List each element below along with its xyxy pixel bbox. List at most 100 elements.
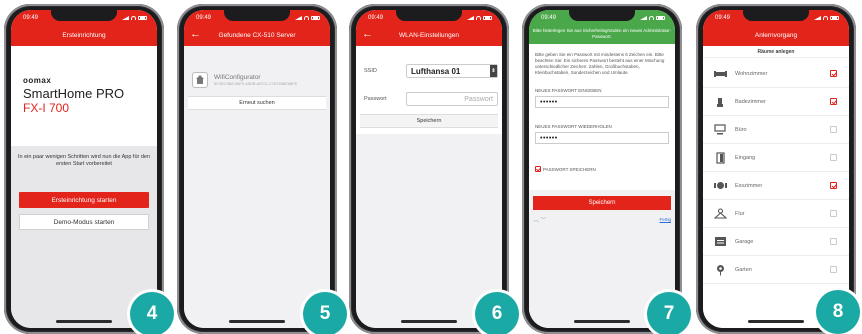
room-label: Badezimmer [735,98,766,105]
signal-icon [295,15,302,20]
home-indicator [748,320,804,323]
signal-icon [640,15,647,20]
room-checkbox[interactable] [830,126,837,133]
save-password-option[interactable]: PASSWORT SPEICHERN [535,166,596,172]
new-password-input[interactable]: •••••• [535,96,669,108]
step-badge-4: 4 [130,292,174,334]
brand-model: FX-I 700 [23,101,70,115]
phone-step-8: 09:49 Anlernvorgang Räume anlegen Wohnzi… [696,4,856,334]
room-setup: Räume anlegen Wohnzimmer Badezimmer Büro [703,46,849,328]
ssid-value: Lufthansa 01 [411,66,461,76]
nav-bar: Ersteinrichtung [11,24,157,46]
room-row[interactable]: Garten [703,256,849,284]
phone-screen: 09:49 ← WLAN-Einstellungen SSID Lufthans… [356,10,502,328]
wifi-icon [476,15,481,20]
home-indicator [229,320,285,323]
nav-title: Ersteinrichtung [62,31,106,39]
room-checkbox[interactable] [830,98,837,105]
server-item[interactable]: WifiConfigurator 8F2EC9B8-98F0-48DB-AECC… [192,66,322,94]
room-label: Garten [735,266,752,273]
repeat-password-label: NEUES PASSWORT WIEDERHOLEN [535,124,612,129]
room-row[interactable]: Esszimmer [703,172,849,200]
status-time: 09:49 [715,14,731,21]
phone-step-4: 09:49 Ersteinrichtung oomax SmartHome PR… [4,4,164,334]
wlan-settings: SSID Lufthansa 01 ⇕ Passwort Passwort Sp… [356,46,502,328]
battery-icon [656,15,665,20]
chevron-down-icon[interactable]: ﹀ [540,218,546,224]
search-again-button[interactable]: Erneut suchen [188,96,326,110]
phone-screen: 09:49 Anlernvorgang Räume anlegen Wohnzi… [703,10,849,328]
phone-step-5: 09:49 ← Gefundene CX-510 Server WifiConf… [177,4,337,334]
checkbox-checked-icon[interactable] [535,166,541,172]
room-label: Büro [735,126,747,133]
garden-icon [713,263,727,277]
room-label: Esszimmer [735,182,763,189]
battery-icon [138,15,147,20]
save-button[interactable]: Speichern [533,196,671,210]
step-badge-5: 5 [303,292,347,334]
nav-bar: ← WLAN-Einstellungen [356,24,502,46]
room-checkbox[interactable] [830,182,837,189]
wifi-icon [649,15,654,20]
phone-notch [396,10,462,21]
demo-mode-button[interactable]: Demo-Modus starten [19,214,149,230]
wlan-form: SSID Lufthansa 01 ⇕ Passwort Passwort Sp… [356,46,502,134]
home-indicator [401,320,457,323]
save-button[interactable]: Speichern [360,114,498,128]
server-id: 8F2EC9B8-98F0-48DB-AECC-27E0336E68FE [214,81,298,86]
desk-icon [713,123,727,137]
status-time: 09:49 [541,14,557,21]
ssid-select[interactable]: Lufthansa 01 ⇕ [406,64,498,78]
phone-step-7: 09:49 Bitte hinterlegen Sie aus Sicherhe… [522,4,682,334]
server-list: WifiConfigurator 8F2EC9B8-98F0-48DB-AECC… [184,46,330,328]
room-checkbox[interactable] [830,238,837,245]
repeat-password-input[interactable]: •••••• [535,132,669,144]
phone-notch [569,10,635,21]
signal-icon [122,15,129,20]
phone-notch [51,10,117,21]
sofa-icon [713,67,727,81]
status-time: 09:49 [196,14,212,21]
status-time: 09:49 [23,14,39,21]
room-checkbox[interactable] [830,70,837,77]
room-label: Eingang [735,154,756,161]
password-form: Bitte geben Sie ein Passwort mit mindest… [529,44,675,328]
select-arrows-icon: ⇕ [490,65,497,77]
phone-notch [224,10,290,21]
dining-icon [713,179,727,193]
chevron-up-icon[interactable]: ︿ [533,218,539,224]
wifi-icon [131,15,136,20]
home-indicator [56,320,112,323]
room-row[interactable]: Eingang [703,144,849,172]
room-row[interactable]: Flur [703,200,849,228]
room-row[interactable]: Badezimmer [703,88,849,116]
phone-screen: 09:49 Bitte hinterlegen Sie aus Sicherhe… [529,10,675,328]
wifi-icon [304,15,309,20]
save-password-label: PASSWORT SPEICHERN [543,166,596,172]
intro-text: In ein paar wenigen Schritten wird nun d… [17,154,151,167]
status-time: 09:49 [368,14,384,21]
hallway-icon [713,207,727,221]
battery-icon [311,15,320,20]
brand-area: oomax SmartHome PRO FX-I 700 [11,46,157,146]
room-row[interactable]: Wohnzimmer [703,60,849,88]
signal-icon [467,15,474,20]
room-row[interactable]: Büro [703,116,849,144]
screenshot-stage: 09:49 Ersteinrichtung oomax SmartHome PR… [0,0,862,334]
room-row[interactable]: Garage [703,228,849,256]
password-input[interactable]: Passwort [406,92,498,106]
step-badge-8: 8 [816,290,860,334]
back-arrow-icon[interactable]: ← [362,27,373,41]
back-arrow-icon[interactable]: ← [190,27,201,41]
security-banner: Bitte hinterlegen Sie aus Sicherheitsgrü… [529,24,675,44]
room-checkbox[interactable] [830,154,837,161]
home-server-icon [192,72,208,88]
done-link[interactable]: Fertig [659,217,671,222]
room-checkbox[interactable] [830,266,837,273]
room-label: Wohnzimmer [735,70,768,77]
step-badge-6: 6 [475,292,519,334]
phone-notch [743,10,809,21]
battery-icon [483,15,492,20]
start-setup-button[interactable]: Ersteinrichtung starten [19,192,149,208]
room-checkbox[interactable] [830,210,837,217]
